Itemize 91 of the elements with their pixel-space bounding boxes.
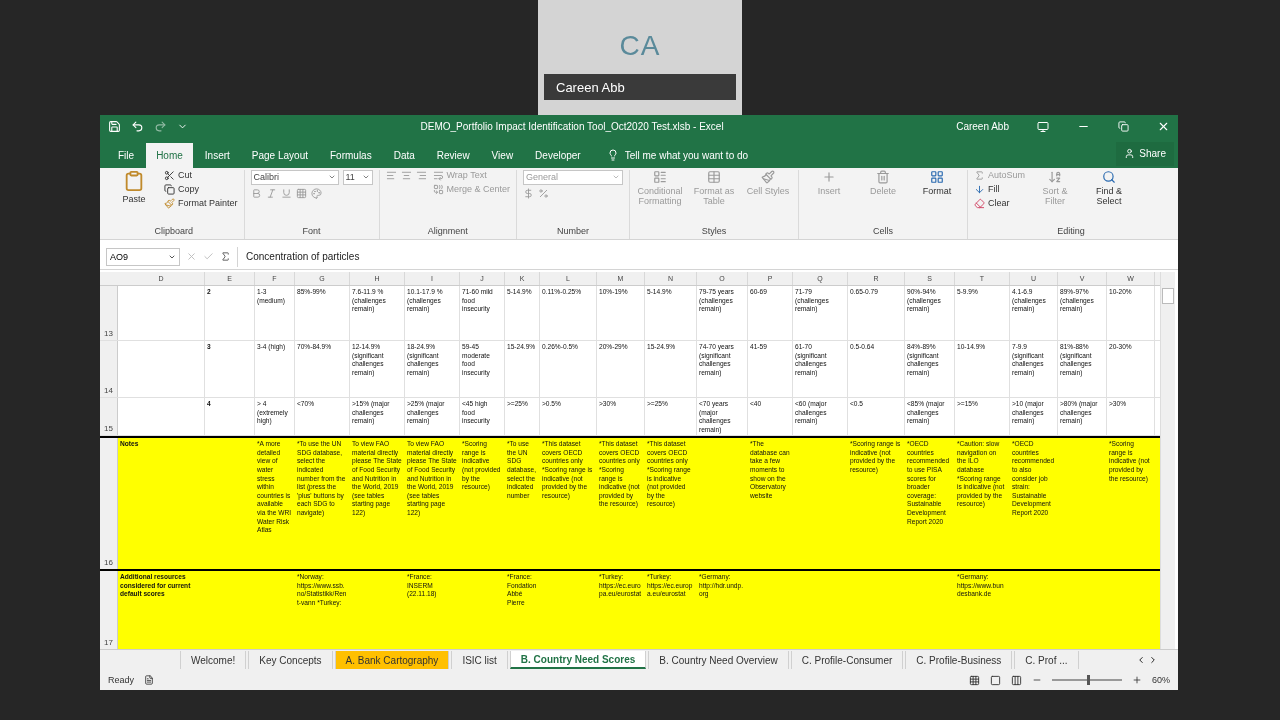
percent-icon[interactable] xyxy=(538,187,550,199)
group-label: Number xyxy=(556,226,591,239)
ribbon-tab[interactable]: Data xyxy=(383,142,425,168)
paste-button[interactable]: Paste xyxy=(110,169,158,204)
sheet-tab[interactable]: B. Country Need Scores xyxy=(509,651,647,670)
group-label: Cells xyxy=(872,226,895,239)
sheet-tab[interactable]: Key Concepts xyxy=(248,651,333,670)
zoom-in-icon[interactable] xyxy=(1132,675,1142,686)
participant-initials: CA xyxy=(619,30,661,62)
borders-icon[interactable] xyxy=(295,187,307,199)
ribbon-tab[interactable]: View xyxy=(481,142,524,168)
cut-button[interactable]: Cut xyxy=(164,169,238,181)
paintbrush-icon xyxy=(761,169,776,184)
vertical-scrollbar[interactable] xyxy=(1160,272,1175,650)
align-left-icon[interactable] xyxy=(385,169,397,181)
currency-icon[interactable] xyxy=(523,187,535,199)
font-name-field[interactable]: Calibri xyxy=(250,169,339,185)
sheet-tab[interactable]: C. Profile-Business xyxy=(905,651,1013,670)
grid-icon xyxy=(930,169,945,184)
row-number[interactable]: 16 xyxy=(100,438,118,570)
sheet-tab[interactable]: B. Country Need Overview xyxy=(648,651,789,670)
row-number[interactable]: 15 xyxy=(100,398,118,436)
zoom-thumb[interactable] xyxy=(1087,675,1090,686)
user-name: Careen Abb xyxy=(956,121,1009,133)
plus-icon xyxy=(822,169,837,184)
row-number[interactable]: 14 xyxy=(100,341,118,398)
align-right-icon[interactable] xyxy=(415,169,427,181)
lightbulb-icon xyxy=(606,149,619,162)
scroll-left-icon[interactable] xyxy=(1136,655,1146,666)
group-label: Styles xyxy=(700,226,728,239)
table-icon xyxy=(707,169,722,184)
find-select-button[interactable]: Find & Select xyxy=(1085,169,1134,206)
formula-field[interactable]: Concentration of particles xyxy=(237,246,1172,267)
sheet-tab[interactable]: ISIC list xyxy=(451,651,508,670)
group-label: Editing xyxy=(1056,226,1086,239)
window-title: DEMO_Portfolio Impact Identification Tool_Oct2020 Test.xlsb - Excel xyxy=(419,121,725,133)
sheet-tab[interactable]: C. Prof ... xyxy=(1014,651,1079,670)
bold-icon[interactable] xyxy=(250,187,262,199)
scroll-right-icon[interactable] xyxy=(1148,655,1158,666)
cancel-icon xyxy=(186,251,197,263)
ribbon-tab[interactable]: Insert xyxy=(194,142,240,168)
clear-button[interactable]: Clear xyxy=(974,197,1026,209)
clipboard-icon xyxy=(123,169,145,192)
copy-button[interactable]: Copy xyxy=(164,183,238,195)
normal-view-icon[interactable] xyxy=(969,674,980,686)
group-label: Alignment xyxy=(426,226,469,239)
ribbon-tab[interactable]: File xyxy=(108,142,145,168)
redo-icon[interactable] xyxy=(154,120,167,134)
ribbon-tab[interactable]: Page Layout xyxy=(241,142,318,168)
arrow-down-icon xyxy=(974,183,986,195)
tell-me-field[interactable]: Tell me what you want to do xyxy=(622,148,787,162)
sheet-tab[interactable]: C. Profile-Consumer xyxy=(790,651,904,670)
conditional-formatting-icon xyxy=(653,169,668,184)
sort-icon xyxy=(1048,169,1063,184)
format-painter-button[interactable]: Format Painter xyxy=(164,197,238,209)
save-icon[interactable] xyxy=(108,120,121,134)
merge-icon xyxy=(432,183,444,195)
search-icon xyxy=(1102,169,1117,184)
sigma-icon xyxy=(974,169,986,181)
font-size-field[interactable]: 11 xyxy=(342,169,373,185)
paintbrush-icon xyxy=(164,197,175,209)
undo-icon[interactable] xyxy=(131,120,144,134)
ribbon-tab[interactable]: Home xyxy=(146,142,193,168)
share-button[interactable]: Share xyxy=(1116,141,1174,166)
italic-icon[interactable] xyxy=(265,187,277,199)
ribbon-tab[interactable]: Review xyxy=(426,142,480,168)
page-layout-icon[interactable] xyxy=(990,674,1001,686)
sheet-tab[interactable]: Welcome! xyxy=(180,651,247,670)
row-number[interactable]: 13 xyxy=(100,286,118,341)
scissors-icon xyxy=(164,169,175,181)
person-icon xyxy=(1124,148,1136,160)
function-icon[interactable] xyxy=(220,251,231,263)
ribbon-tab[interactable]: Formulas xyxy=(320,142,382,168)
participant-name: Careen Abb xyxy=(544,74,736,100)
fill-button[interactable]: Fill xyxy=(974,183,1026,195)
copy-icon xyxy=(164,183,175,195)
format-button[interactable]: Format xyxy=(913,169,962,196)
status-text: Ready xyxy=(108,675,134,686)
trash-icon xyxy=(876,169,891,184)
underline-icon[interactable] xyxy=(280,187,292,199)
group-label: Clipboard xyxy=(153,226,195,239)
restore-icon[interactable] xyxy=(1118,121,1129,133)
row-number[interactable]: 17 xyxy=(100,571,118,650)
ribbon-tab[interactable]: Developer xyxy=(525,142,591,168)
align-center-icon[interactable] xyxy=(400,169,412,181)
eraser-icon xyxy=(974,197,986,209)
group-label: Font xyxy=(301,226,322,239)
zoom-level: 60% xyxy=(1152,675,1170,686)
sheet-tab[interactable]: A. Bank Cartography xyxy=(334,651,450,670)
name-box[interactable]: AO9 xyxy=(106,247,180,266)
wrap-text-icon xyxy=(432,169,444,181)
